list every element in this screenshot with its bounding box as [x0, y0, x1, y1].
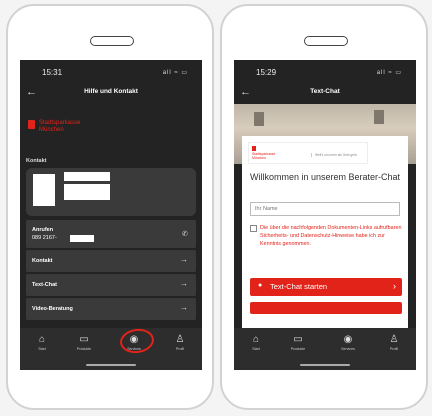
products-icon: ▭	[293, 334, 303, 345]
home-indicator	[86, 364, 136, 366]
profile-icon: ♙	[389, 334, 399, 345]
row-anrufen[interactable]: Anrufen 089 2167- ✆	[26, 220, 196, 248]
tab-profil[interactable]: ♙ Profil	[376, 334, 412, 351]
chevron-right-icon: ›	[393, 281, 396, 291]
section-heading: Kontakt	[26, 158, 47, 164]
chat-panel: Stadtsparkasse München Weil's um mehr al…	[242, 136, 408, 336]
phone-right: 15:29 all ≈ ▭ ← Text-Chat Stadtsparkasse…	[220, 4, 428, 410]
page-title: Hilfe und Kontakt	[84, 88, 138, 95]
status-bar: 15:31 all ≈ ▭	[20, 68, 202, 82]
sparkasse-brand-banner: Stadtsparkasse München Weil's um mehr al…	[248, 142, 368, 164]
phone-left: 15:31 all ≈ ▭ ← Hilfe und Kontakt Stadts…	[6, 4, 214, 410]
contact-card	[26, 168, 196, 216]
photo-detail	[254, 112, 264, 126]
tab-produkte[interactable]: ▭ Produkte	[66, 334, 102, 351]
logo-line-1: Stadtsparkasse	[39, 120, 81, 126]
home-icon: ⌂	[38, 334, 46, 345]
redacted-image	[33, 174, 55, 206]
row-label: Video-Beratung	[32, 306, 73, 312]
status-icons: all ≈ ▭	[376, 70, 402, 76]
consent-checkbox[interactable]	[250, 225, 257, 232]
products-icon: ▭	[79, 334, 89, 345]
tab-label: Produkte	[290, 347, 306, 351]
arrow-right-icon: →	[180, 279, 188, 288]
tab-label: Start	[38, 347, 46, 351]
row-text-chat[interactable]: Text-Chat →	[26, 274, 196, 296]
phone-speaker	[304, 36, 348, 46]
status-bar: 15:29 all ≈ ▭	[234, 68, 416, 82]
phone-speaker	[90, 36, 134, 46]
photo-detail	[374, 110, 384, 124]
row-label: Anrufen	[32, 227, 54, 233]
brand-tagline: Weil's um mehr als Geld geht.	[311, 153, 357, 157]
brand-line-2: München	[252, 156, 266, 160]
status-icons: all ≈ ▭	[162, 70, 188, 76]
tab-profil[interactable]: ♙ Profil	[162, 334, 198, 351]
phone-icon: ✆	[182, 231, 188, 238]
tab-produkte[interactable]: ▭ Produkte	[280, 334, 316, 351]
home-indicator	[300, 364, 350, 366]
tab-label: Profil	[389, 347, 399, 351]
tab-label: Produkte	[76, 347, 92, 351]
tab-label: Profil	[175, 347, 185, 351]
tab-start[interactable]: ⌂ Start	[24, 334, 60, 351]
page-title: Text-Chat	[310, 88, 340, 95]
row-label: Text-Chat	[32, 282, 57, 288]
screen-text-chat: 15:29 all ≈ ▭ ← Text-Chat Stadtsparkasse…	[234, 60, 416, 370]
arrow-right-icon: →	[180, 255, 188, 264]
tab-bar: ⌂ Start ▭ Produkte ◉ Services ♙ Profil	[234, 328, 416, 370]
tab-label: Services	[341, 347, 355, 351]
tab-services[interactable]: ◉ Services	[330, 334, 366, 351]
nav-bar: ← Hilfe und Kontakt	[20, 86, 202, 104]
consent-text[interactable]: Die über die nachfolgenden Dokumenten-Li…	[260, 224, 404, 249]
tab-start[interactable]: ⌂ Start	[238, 334, 274, 351]
row-label: Kontakt	[32, 258, 53, 264]
redacted-name	[64, 172, 110, 181]
services-icon: ◉	[343, 334, 353, 345]
sparkasse-s-icon	[28, 120, 35, 129]
status-time: 15:29	[256, 68, 277, 77]
row-kontakt[interactable]: Kontakt →	[26, 250, 196, 272]
phone-number: 089 2167-	[32, 235, 57, 241]
secondary-button[interactable]	[250, 302, 402, 314]
redacted-number	[70, 235, 94, 242]
status-time: 15:31	[42, 68, 63, 77]
button-label: Text-Chat starten	[270, 282, 328, 291]
row-video-beratung[interactable]: Video-Beratung →	[26, 298, 196, 320]
sparkasse-s-icon	[252, 146, 256, 151]
profile-icon: ♙	[175, 334, 185, 345]
start-chat-button[interactable]: ● Text-Chat starten ›	[250, 278, 402, 296]
tab-label: Start	[252, 347, 260, 351]
welcome-heading: Willkommen in unserem Berater-Chat	[250, 172, 401, 182]
chat-bubble-icon: ●	[258, 282, 263, 289]
arrow-right-icon: →	[180, 303, 188, 312]
logo-line-2: München	[39, 127, 64, 133]
name-input[interactable]	[250, 202, 400, 216]
screen-hilfe-kontakt: 15:31 all ≈ ▭ ← Hilfe und Kontakt Stadts…	[20, 60, 202, 370]
redacted-details	[64, 184, 110, 200]
nav-bar: ← Text-Chat	[234, 86, 416, 104]
home-icon: ⌂	[252, 334, 260, 345]
tab-bar: ⌂ Start ▭ Produkte ◉ Services ♙ Profil	[20, 328, 202, 370]
